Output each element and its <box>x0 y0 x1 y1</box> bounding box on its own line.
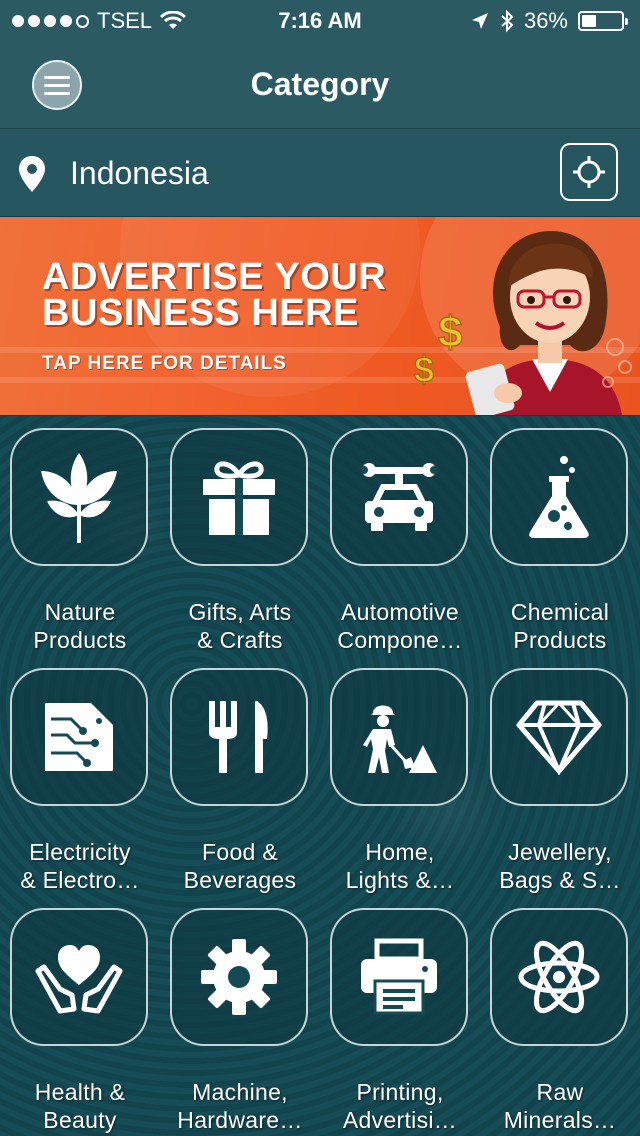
category-food-beverages[interactable]: Food & Beverages <box>160 656 320 896</box>
category-label-line2: & Crafts <box>197 627 283 653</box>
category-automotive-components[interactable]: Automotive Compone… <box>320 416 480 656</box>
location-arrow-icon <box>471 13 488 29</box>
category-gifts-arts-crafts[interactable]: Gifts, Arts & Crafts <box>160 416 320 656</box>
bluetooth-icon <box>501 9 514 33</box>
category-label: Food & Beverages <box>160 838 320 894</box>
category-label-line1: Electricity <box>29 839 131 865</box>
category-grid: Nature Products Gifts, Arts & Crafts Aut… <box>0 416 640 1136</box>
category-label-line1: Home, <box>365 839 435 865</box>
location-pin-icon <box>19 156 45 192</box>
category-raw-minerals[interactable]: Raw Minerals… <box>480 896 640 1136</box>
category-label: Raw Minerals… <box>480 1078 640 1134</box>
category-printing-advertising[interactable]: Printing, Advertisi… <box>320 896 480 1136</box>
printer-icon <box>361 938 437 1015</box>
category-label-line2: Products <box>513 627 607 653</box>
category-chemical-products[interactable]: Chemical Products <box>480 416 640 656</box>
category-label-line1: Jewellery, <box>508 839 612 865</box>
category-label: Machine, Hardware… <box>160 1078 320 1134</box>
category-machine-hardware[interactable]: Machine, Hardware… <box>160 896 320 1136</box>
gear-icon <box>201 939 277 1015</box>
car-wrench-icon <box>361 463 437 531</box>
category-label-line2: Beverages <box>183 867 297 893</box>
category-jewellery-bags[interactable]: Jewellery, Bags & S… <box>480 656 640 896</box>
category-label: Chemical Products <box>480 598 640 654</box>
category-label: Nature Products <box>0 598 160 654</box>
category-icon-frame <box>10 668 148 806</box>
category-label-line2: Beauty <box>43 1107 117 1133</box>
category-label-line1: Raw <box>536 1079 584 1105</box>
category-label: Jewellery, Bags & S… <box>480 838 640 894</box>
location-bar[interactable]: Indonesia <box>0 129 640 216</box>
gps-locate-button[interactable] <box>560 143 618 201</box>
category-label: Printing, Advertisi… <box>320 1078 480 1134</box>
diamond-icon <box>516 700 602 775</box>
navigation-bar: Category <box>0 40 640 129</box>
status-right: 36% <box>470 8 628 34</box>
category-icon-frame <box>490 428 628 566</box>
category-label-line2: Lights &… <box>345 867 455 893</box>
category-icon-frame <box>330 428 468 566</box>
crosshair-gps-icon <box>573 156 605 188</box>
category-label-line2: Products <box>33 627 127 653</box>
category-electricity-electronics[interactable]: Electricity & Electro… <box>0 656 160 896</box>
category-label-line2: Hardware… <box>177 1107 303 1133</box>
category-icon-frame <box>170 908 308 1046</box>
category-label-line1: Automotive <box>340 599 460 625</box>
svg-text:$: $ <box>438 308 462 357</box>
category-icon-frame <box>10 908 148 1046</box>
banner-subtitle: TAP HERE FOR DETAILS <box>42 353 287 374</box>
location-value: Indonesia <box>70 155 209 191</box>
svg-text:$: $ <box>414 349 434 390</box>
banner-title-line2: BUSINESS HERE <box>42 292 359 334</box>
construction-worker-icon <box>363 705 437 773</box>
category-label-line1: Chemical <box>510 599 610 625</box>
category-home-lights[interactable]: Home, Lights &… <box>320 656 480 896</box>
battery-icon <box>578 11 628 31</box>
category-label-line2: Advertisi… <box>342 1107 458 1133</box>
category-label-line2: & Electro… <box>20 867 140 893</box>
category-icon-frame <box>10 428 148 566</box>
category-icon-frame <box>170 668 308 806</box>
category-label-line1: Machine, <box>192 1079 288 1105</box>
atom-icon <box>518 940 600 1014</box>
page-title: Category <box>250 66 390 102</box>
category-icon-frame <box>330 668 468 806</box>
battery-percent: 36% <box>523 8 568 33</box>
flask-icon <box>529 456 589 538</box>
category-icon-frame <box>170 428 308 566</box>
category-label-line1: Nature <box>44 599 116 625</box>
category-label-line2: Minerals… <box>503 1107 617 1133</box>
category-label: Automotive Compone… <box>320 598 480 654</box>
status-bar: TSEL 7:16 AM 36% <box>0 0 640 40</box>
category-nature-products[interactable]: Nature Products <box>0 416 160 656</box>
banner-title-line1: ADVERTISE YOUR <box>42 256 387 298</box>
heart-hands-icon <box>35 945 123 1014</box>
category-label-line1: Food & <box>202 839 278 865</box>
category-label: Gifts, Arts & Crafts <box>160 598 320 654</box>
leaf-icon <box>41 453 117 543</box>
category-label-line1: Printing, <box>356 1079 444 1105</box>
advertise-banner[interactable]: ADVERTISE YOUR BUSINESS HERE TAP HERE FO… <box>0 217 640 415</box>
category-icon-frame <box>490 908 628 1046</box>
fork-knife-icon <box>209 701 268 773</box>
category-icon-frame <box>490 668 628 806</box>
businesswoman-illustration: $ $ <box>413 231 632 415</box>
circuit-board-icon <box>45 703 113 771</box>
category-label-line1: Health & <box>34 1079 126 1105</box>
gift-icon <box>203 461 275 535</box>
banner-title: ADVERTISE YOUR BUSINESS HERE <box>42 256 387 334</box>
category-label-line2: Bags & S… <box>499 867 621 893</box>
category-label: Health & Beauty <box>0 1078 160 1134</box>
category-label: Home, Lights &… <box>320 838 480 894</box>
category-label: Electricity & Electro… <box>0 838 160 894</box>
category-label-line2: Compone… <box>337 627 463 653</box>
category-label-line1: Gifts, Arts <box>188 599 292 625</box>
category-icon-frame <box>330 908 468 1046</box>
category-health-beauty[interactable]: Health & Beauty <box>0 896 160 1136</box>
